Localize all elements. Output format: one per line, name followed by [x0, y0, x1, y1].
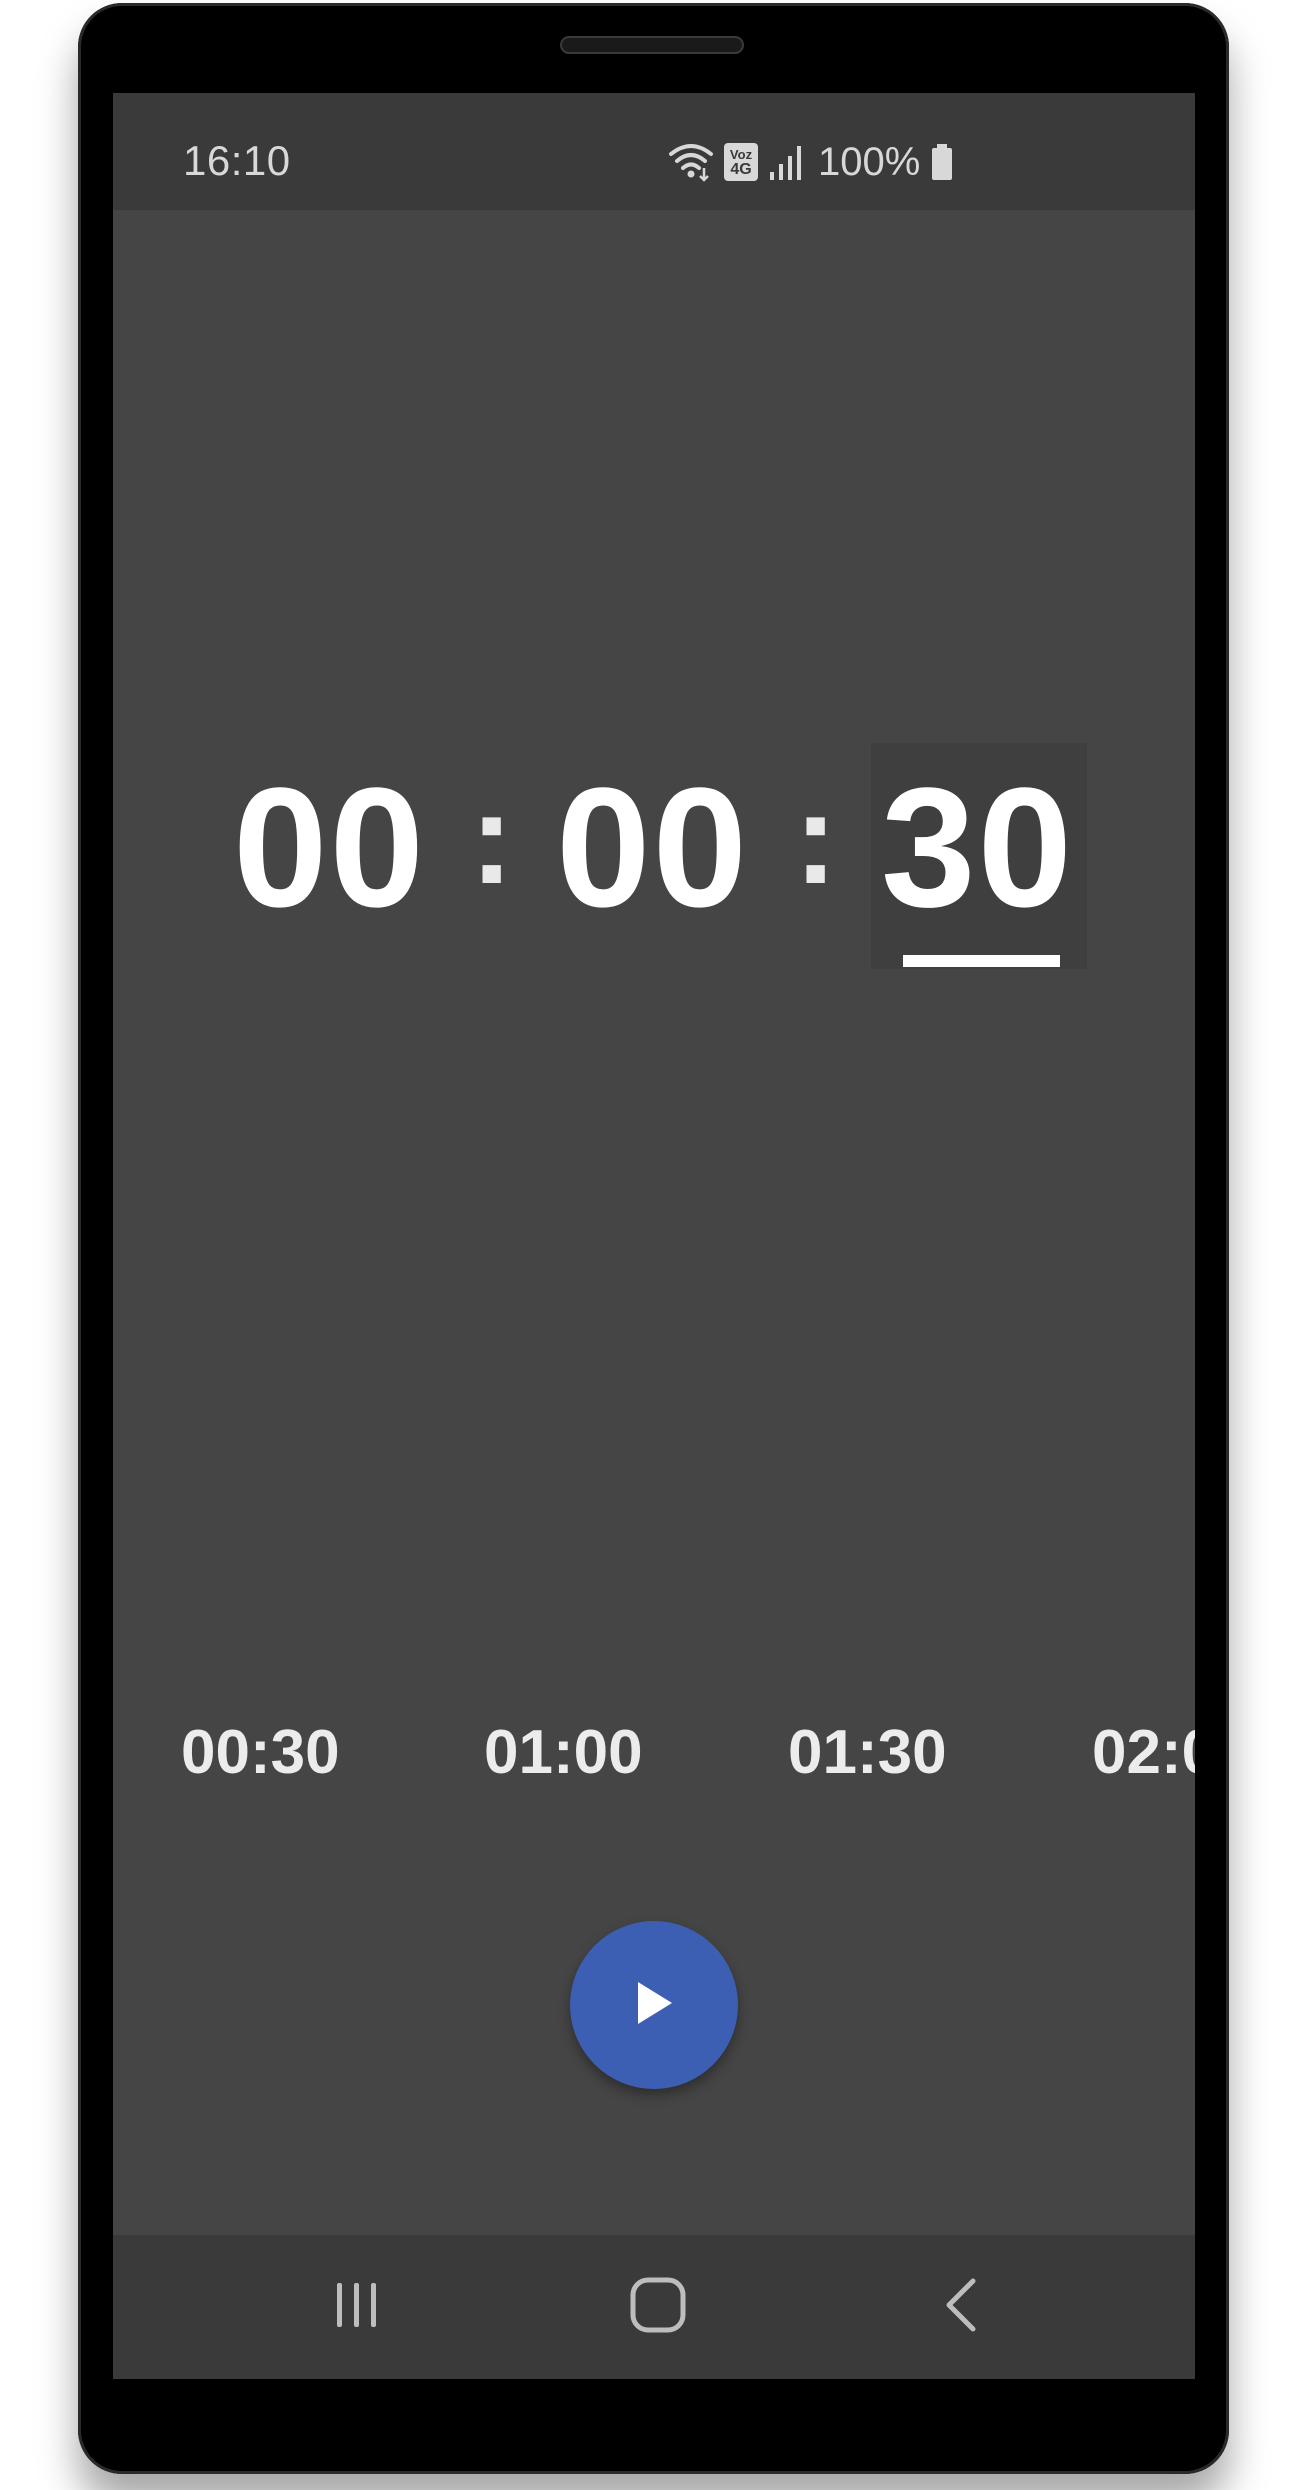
recents-icon	[329, 2277, 385, 2338]
preset-01-00[interactable]: 01:00	[484, 1713, 643, 1793]
start-timer-button[interactable]	[570, 1921, 738, 2089]
play-icon	[634, 1980, 674, 2031]
timer-display: 00 : 00 : 30	[113, 733, 1195, 963]
wifi-icon	[668, 142, 714, 182]
minutes-seconds-separator: :	[794, 765, 838, 911]
home-button[interactable]	[618, 2273, 698, 2341]
status-time: 16:10	[183, 137, 291, 184]
network-type-label: 4G	[730, 161, 752, 178]
back-button[interactable]	[921, 2273, 1001, 2341]
seconds-field[interactable]: 30	[881, 733, 1074, 963]
screen: 16:10 Voz 4G 100% 00: 00: 30 00:30 01:…	[113, 93, 1195, 2379]
battery-percent: 100%	[818, 139, 921, 184]
preset-01-30[interactable]: 01:30	[788, 1713, 947, 1793]
hours-minutes-separator: :	[470, 765, 514, 911]
minutes-field[interactable]: 00	[556, 733, 749, 963]
recents-button[interactable]	[317, 2273, 397, 2341]
hours-field[interactable]: 00	[233, 733, 426, 963]
preset-00-30[interactable]: 00:30	[181, 1713, 340, 1793]
navigation-bar	[113, 2235, 1195, 2379]
status-bar: 16:10 Voz 4G 100%	[113, 93, 1195, 210]
back-icon	[941, 2275, 981, 2340]
signal-icon	[768, 142, 804, 182]
volte-label: Voz	[729, 147, 753, 162]
volte-4g-icon: Voz 4G	[724, 143, 758, 181]
preset-02-00[interactable]: 02:00	[1092, 1713, 1195, 1793]
status-icons: Voz 4G 100%	[668, 137, 954, 187]
battery-icon	[930, 142, 954, 182]
preset-list: 00:30 01:00 01:30 02:00	[113, 1713, 1195, 1793]
home-icon	[628, 2275, 688, 2340]
earpiece-speaker	[560, 36, 744, 54]
seconds-field-underline	[903, 955, 1060, 967]
